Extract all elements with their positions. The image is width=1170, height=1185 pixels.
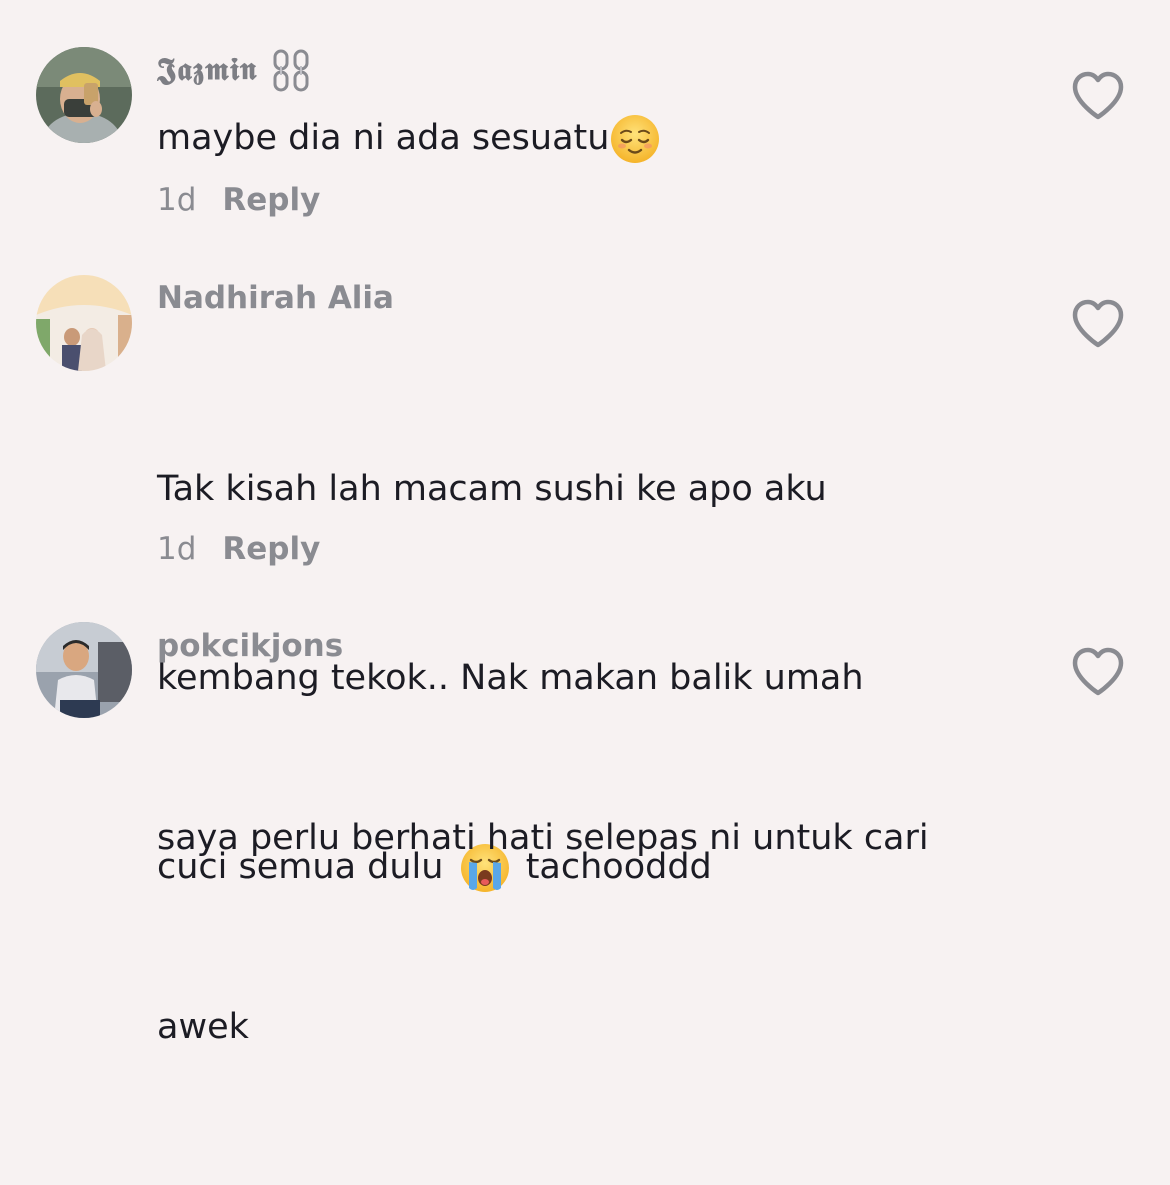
comment-meta: 1d Reply	[157, 531, 320, 567]
comment-text-line: awek	[157, 1007, 249, 1047]
comment-time: 1d	[157, 182, 197, 218]
username[interactable]: 𝕵𝖆𝖟𝖒𝖎𝖓	[157, 48, 313, 94]
avatar[interactable]	[36, 622, 132, 718]
username[interactable]: pokcikjons	[157, 628, 343, 664]
comment-text-line: Tak kisah lah macam sushi ke apo aku	[157, 469, 827, 509]
username[interactable]: Nadhirah Alia	[157, 280, 394, 316]
avatar[interactable]	[36, 275, 132, 371]
avatar[interactable]	[36, 47, 132, 143]
comment-time: 1d	[157, 531, 197, 567]
reply-button[interactable]: Reply	[222, 182, 320, 218]
heart-outline-icon[interactable]	[1070, 298, 1126, 350]
reply-button[interactable]: Reply	[222, 531, 320, 567]
comment-text-line: saya perlu berhati hati selepas ni untuk…	[157, 818, 929, 858]
heart-outline-icon[interactable]	[1070, 70, 1126, 122]
username-text: 𝕵𝖆𝖟𝖒𝖎𝖓	[157, 51, 258, 88]
heart-outline-icon[interactable]	[1070, 646, 1126, 698]
comment-text-content: maybe dia ni ada sesuatu	[157, 118, 610, 158]
relieved-face-emoji	[611, 115, 660, 163]
chain-icon	[273, 49, 309, 92]
comment-text: saya perlu berhati hati selepas ni untuk…	[157, 681, 1037, 1185]
comment-meta: 1d Reply	[157, 182, 320, 218]
comment-text: maybe dia ni ada sesuatu	[157, 107, 1037, 170]
